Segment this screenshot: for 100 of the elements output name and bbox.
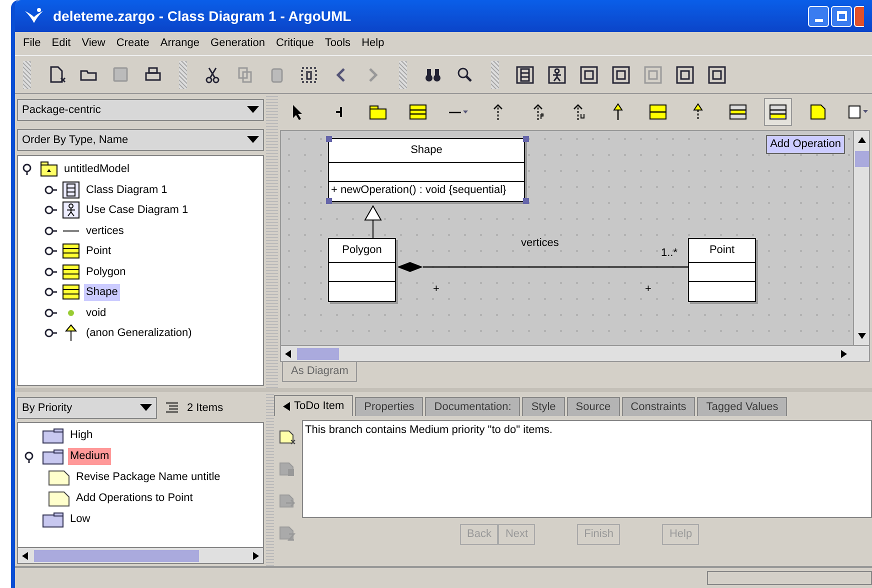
scroll-thumb[interactable]	[854, 151, 868, 167]
menu-item[interactable]: Tools	[324, 35, 351, 52]
caret-icon	[247, 136, 259, 144]
tab[interactable]: Constraints	[622, 397, 696, 416]
list-icon	[165, 402, 179, 414]
tree-item[interactable]: Add Operations to Point	[74, 490, 195, 507]
expand-handle-icon[interactable]	[44, 245, 58, 258]
line-dropdown-icon	[448, 109, 468, 115]
selection-handle[interactable]	[523, 198, 529, 204]
multiplicity-label: 1..*	[661, 246, 678, 261]
actor-diagram-icon[interactable]	[547, 64, 567, 84]
toolbar-grip[interactable]	[399, 60, 407, 88]
toolbar-grip[interactable]	[491, 60, 499, 88]
menu-item[interactable]: File	[23, 35, 41, 52]
operation-text: + newOperation() : void {sequential}	[330, 183, 508, 198]
tree-item[interactable]: (anon Generalization)	[84, 325, 194, 342]
expand-handle-icon[interactable]	[44, 327, 58, 340]
menu-item[interactable]: View	[82, 35, 106, 52]
folder-icon	[42, 428, 64, 444]
diagram-icon[interactable]	[675, 64, 695, 84]
collapse-arrow-icon[interactable]	[283, 402, 290, 410]
expand-handle-icon[interactable]	[44, 306, 58, 319]
interface-icon	[648, 102, 668, 122]
app-logo-icon	[23, 7, 45, 25]
association-name: vertices	[521, 236, 559, 251]
class-icon	[62, 243, 80, 260]
new-note-icon[interactable]	[278, 428, 296, 446]
tree-item[interactable]: vertices	[84, 222, 126, 239]
horizontal-scrollbar[interactable]	[281, 345, 869, 361]
vertical-scrollbar[interactable]	[853, 131, 869, 345]
menu-item[interactable]: Arrange	[160, 35, 200, 52]
expand-handle-icon[interactable]	[44, 286, 58, 298]
add-operation-icon	[768, 102, 788, 122]
diagram-icon[interactable]	[579, 64, 599, 84]
tree-item[interactable]: void	[84, 304, 108, 321]
tab[interactable]: Properties	[355, 397, 424, 416]
tab[interactable]: Style	[522, 397, 565, 416]
menu-item[interactable]: Create	[116, 35, 150, 52]
maximize-button[interactable]	[831, 6, 852, 26]
package-icon	[40, 161, 58, 178]
close-button[interactable]	[854, 6, 864, 26]
minimize-button[interactable]	[808, 6, 829, 26]
perspective-dropdown[interactable]: Package-centric	[17, 99, 264, 121]
selection-handle[interactable]	[326, 198, 332, 204]
tree-item[interactable]: Low	[68, 511, 92, 528]
tree-item[interactable]: Use Case Diagram 1	[84, 202, 190, 218]
tooltip: Add Operation	[766, 135, 845, 154]
tree-item[interactable]: Medium	[68, 448, 112, 465]
tree-item[interactable]: High	[68, 427, 95, 444]
diagram-icon[interactable]	[611, 64, 631, 84]
tab[interactable]: As Diagram	[282, 362, 358, 382]
visibility-label: +	[433, 282, 440, 297]
toolbar-grip[interactable]	[179, 60, 187, 88]
class-name: Shape	[410, 143, 442, 158]
tree-item[interactable]: Point	[84, 243, 114, 260]
class-icon	[408, 102, 428, 122]
bracket-icon	[334, 106, 342, 118]
selection-handle[interactable]	[523, 136, 529, 142]
horizontal-scrollbar[interactable]	[17, 548, 264, 564]
menu-item[interactable]: Generation	[210, 35, 265, 52]
class-name: Point	[709, 243, 735, 258]
expand-handle-icon[interactable]	[44, 266, 58, 278]
tab[interactable]: Source	[566, 397, 620, 416]
scroll-thumb[interactable]	[34, 550, 199, 562]
actor-diagram-icon	[62, 201, 80, 220]
tree-item[interactable]: Polygon	[84, 264, 128, 280]
tab[interactable]: Tagged Values	[697, 397, 788, 416]
trash-icon[interactable]	[299, 64, 319, 84]
item-count: 2 Items	[187, 400, 224, 416]
description-text-area[interactable]: This branch contains Medium priority "to do" items.	[302, 420, 872, 518]
tree-item[interactable]: Class Diagram 1	[84, 182, 170, 198]
tree-item[interactable]: untitledModel	[62, 161, 132, 178]
toolbar-grip[interactable]	[23, 60, 31, 88]
class-diagram-icon[interactable]	[515, 64, 535, 84]
tab[interactable]: ToDo Item	[274, 395, 354, 416]
window-title: deleteme.zargo - Class Diagram 1 - ArgoUML	[53, 6, 352, 26]
folder-icon	[42, 448, 64, 464]
note-icon	[808, 102, 828, 122]
menu-item[interactable]: Edit	[52, 35, 71, 52]
grouping-dropdown[interactable]: By Priority	[17, 397, 157, 419]
menu-item[interactable]: Critique	[276, 35, 314, 52]
scroll-thumb[interactable]	[297, 348, 339, 360]
generalization-arrow-icon	[62, 324, 80, 342]
expand-handle-icon[interactable]	[44, 204, 58, 216]
caret-icon	[140, 404, 152, 412]
diagram-icon[interactable]	[707, 64, 727, 84]
tree-item[interactable]: Revise Package Name untitle	[74, 469, 222, 486]
class-diagram-icon	[62, 180, 80, 199]
visibility-label: +	[645, 282, 652, 297]
tab[interactable]: Documentation:	[425, 397, 520, 416]
expand-handle-icon[interactable]	[44, 224, 58, 237]
order-dropdown[interactable]: Order By Type, Name	[17, 129, 264, 151]
selection-handle[interactable]	[326, 136, 332, 142]
note-icon	[48, 470, 70, 486]
expand-handle-icon[interactable]	[44, 184, 58, 196]
tool-button[interactable]	[764, 98, 792, 126]
add-attribute-icon	[728, 102, 748, 122]
menu-item[interactable]: Help	[362, 35, 384, 52]
tree-item[interactable]: Shape	[84, 284, 120, 300]
class-icon	[62, 284, 80, 300]
